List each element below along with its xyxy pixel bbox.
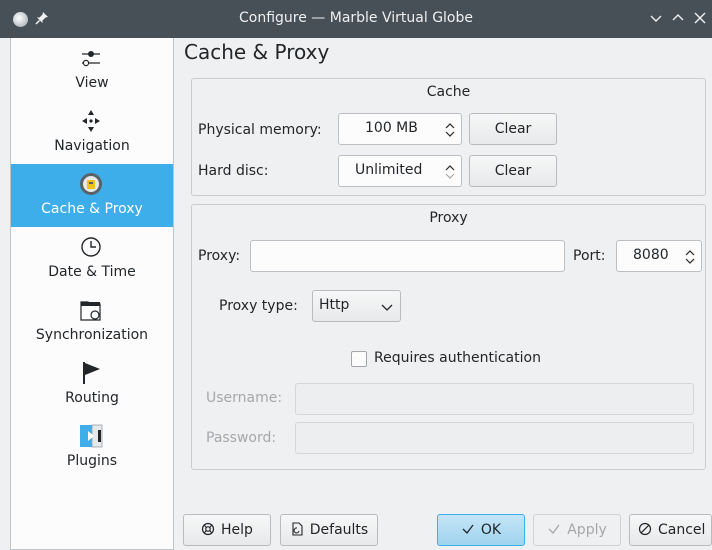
port-spinbox[interactable]: 8080 — [616, 240, 702, 272]
folder-sync-icon — [80, 301, 101, 321]
cache-group-title: Cache — [426, 84, 471, 100]
sidebar-item-label: Navigation — [54, 138, 130, 154]
sidebar-item-view[interactable]: View — [11, 38, 173, 101]
physical-memory-spinbox[interactable]: 100 MB — [338, 113, 462, 145]
clear-memory-cache-button[interactable]: Clear — [469, 113, 557, 145]
sidebar-item-navigation[interactable]: Navigation — [11, 101, 173, 164]
sidebar-item-routing[interactable]: Routing — [11, 353, 173, 416]
proxy-host-input[interactable] — [250, 240, 565, 272]
sidebar-item-label: Plugins — [66, 453, 118, 469]
close-icon[interactable] — [690, 8, 710, 28]
navigation-arrows-icon — [82, 110, 100, 132]
requires-auth-checkbox[interactable] — [351, 351, 367, 367]
maximize-icon[interactable] — [668, 8, 688, 28]
page-title: Cache & Proxy — [184, 40, 330, 64]
proxy-type-value: Http — [319, 297, 350, 313]
clock-icon — [81, 237, 101, 257]
sidebar-item-cache-proxy[interactable]: Cache & Proxy — [11, 164, 173, 227]
apply-button[interactable]: Apply — [533, 514, 621, 546]
proxy-label: Proxy: — [198, 248, 241, 264]
cancel-button-label: Cancel — [658, 522, 706, 538]
plugins-icon — [80, 424, 103, 448]
hard-disc-value: Unlimited — [355, 162, 423, 178]
cache-proxy-icon — [80, 173, 102, 195]
password-label: Password: — [206, 430, 277, 446]
username-input[interactable] — [295, 383, 694, 415]
view-sliders-icon — [82, 51, 100, 67]
spin-arrows-icon[interactable] — [443, 162, 457, 182]
minimize-icon[interactable] — [646, 8, 666, 28]
defaults-button-label: Defaults — [309, 522, 369, 538]
category-sidebar: View Navigation Cache & Proxy Date & Tim… — [10, 38, 174, 550]
defaults-button[interactable]: Defaults — [280, 514, 378, 546]
checkmark-icon — [462, 524, 474, 534]
proxy-group-title: Proxy — [429, 210, 468, 226]
hard-disc-spinbox[interactable]: Unlimited — [338, 155, 462, 187]
help-icon — [201, 522, 215, 536]
apply-button-label: Apply — [567, 522, 607, 538]
physical-memory-value: 100 MB — [365, 120, 418, 136]
username-label: Username: — [206, 390, 283, 406]
title-bar: Configure — Marble Virtual Globe — [0, 0, 712, 38]
ok-button[interactable]: OK — [437, 514, 525, 546]
sidebar-item-label: Date & Time — [48, 264, 136, 280]
sidebar-item-label: Synchronization — [35, 327, 149, 343]
help-button[interactable]: Help — [183, 514, 271, 546]
spin-arrows-icon[interactable] — [683, 247, 697, 267]
proxy-type-select[interactable]: Http — [312, 290, 401, 322]
sidebar-item-date-time[interactable]: Date & Time — [11, 227, 173, 290]
sidebar-item-label: Routing — [65, 390, 119, 406]
physical-memory-label: Physical memory: — [198, 122, 322, 138]
window-title: Configure — Marble Virtual Globe — [238, 10, 473, 26]
ok-button-label: OK — [480, 522, 502, 538]
chevron-down-icon — [381, 304, 393, 311]
sidebar-item-plugins[interactable]: Plugins — [11, 416, 173, 479]
cancel-button[interactable]: Cancel — [629, 514, 712, 546]
clear-disc-cache-button[interactable]: Clear — [469, 155, 557, 187]
sidebar-item-label: View — [75, 75, 109, 91]
document-revert-icon — [292, 522, 303, 536]
proxy-type-label: Proxy type: — [219, 298, 298, 314]
port-value: 8080 — [633, 247, 669, 263]
checkmark-icon — [548, 524, 560, 534]
sidebar-item-synchronization[interactable]: Synchronization — [11, 290, 173, 353]
flag-icon — [83, 362, 100, 384]
cancel-icon — [638, 522, 652, 536]
spin-arrows-icon[interactable] — [443, 120, 457, 140]
help-button-label: Help — [221, 522, 253, 538]
hard-disc-label: Hard disc: — [198, 163, 269, 179]
sidebar-item-label: Cache & Proxy — [41, 201, 143, 217]
port-label: Port: — [573, 248, 606, 264]
requires-auth-label[interactable]: Requires authentication — [374, 350, 541, 366]
password-input[interactable] — [295, 422, 694, 454]
